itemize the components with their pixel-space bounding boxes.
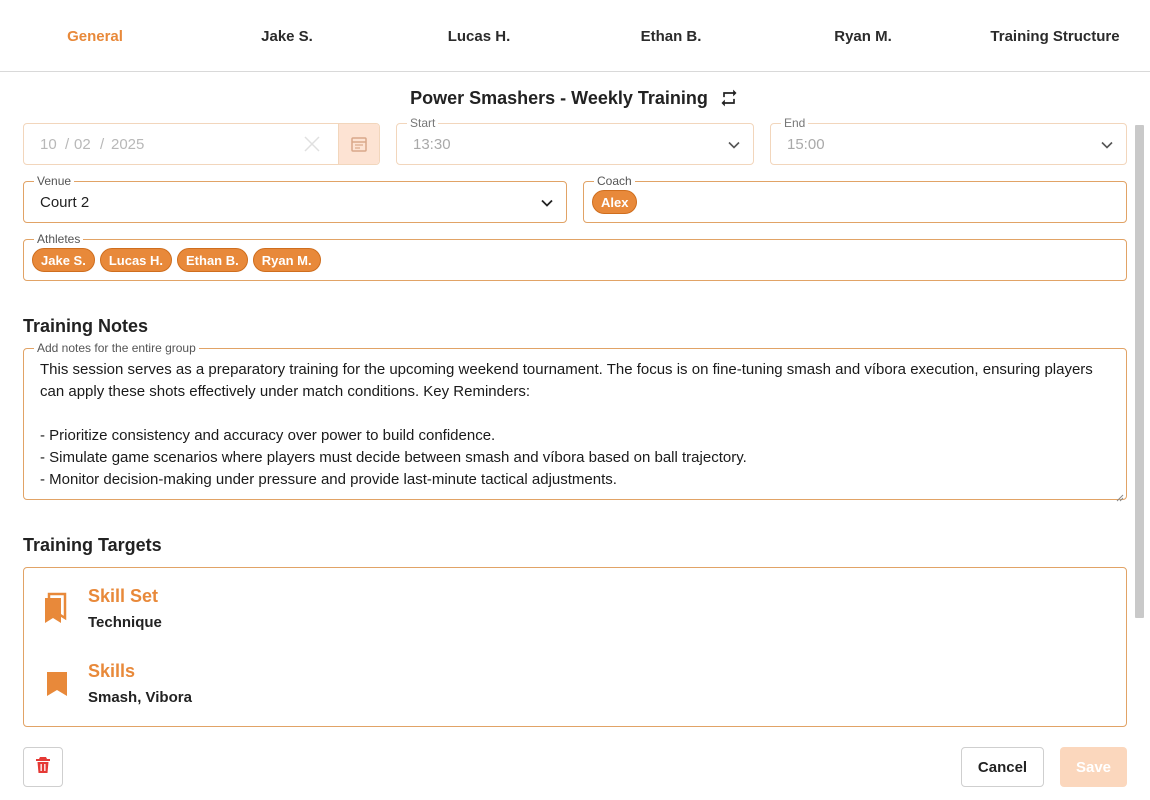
tab-bar: General Jake S. Lucas H. Ethan B. Ryan M…: [0, 0, 1150, 72]
trash-icon: [35, 756, 51, 779]
chevron-down-icon: [727, 138, 741, 152]
end-time-select[interactable]: End 15:00: [770, 115, 1127, 165]
end-label: End: [781, 115, 809, 131]
coach-field[interactable]: Coach Alex: [583, 173, 1127, 223]
start-value: 13:30: [413, 136, 451, 153]
tab-training-structure[interactable]: Training Structure: [960, 0, 1150, 72]
tab-ryan[interactable]: Ryan M.: [768, 0, 958, 72]
notes-value: This session serves as a preparatory tra…: [40, 361, 1093, 488]
resize-handle-icon[interactable]: [1116, 489, 1124, 502]
start-label: Start: [407, 115, 439, 131]
title-row: Power Smashers - Weekly Training: [0, 84, 1150, 112]
notes-label: Add notes for the entire group: [34, 340, 199, 356]
bookmark-icon: [42, 667, 72, 701]
clear-icon[interactable]: [302, 134, 322, 154]
athlete-chip[interactable]: Ethan B.: [177, 248, 248, 272]
repeat-icon[interactable]: [718, 87, 740, 109]
notes-textarea[interactable]: Add notes for the entire group This sess…: [23, 340, 1127, 502]
cancel-button[interactable]: Cancel: [961, 747, 1044, 787]
date-separator: /: [65, 136, 70, 153]
start-time-select[interactable]: Start 13:30: [396, 115, 754, 165]
chevron-down-icon: [540, 196, 554, 210]
target-value: Smash, Vibora: [88, 689, 192, 706]
venue-label: Venue: [34, 173, 75, 189]
athlete-chip[interactable]: Jake S.: [32, 248, 95, 272]
training-notes-heading: Training Notes: [23, 316, 149, 336]
date-field[interactable]: 10 / 02 / 2025: [23, 123, 380, 165]
athletes-field[interactable]: Athletes Jake S. Lucas H. Ethan B. Ryan …: [23, 231, 1127, 281]
tab-general[interactable]: General: [0, 0, 190, 72]
end-value: 15:00: [787, 136, 825, 153]
page-title: Power Smashers - Weekly Training: [410, 87, 708, 108]
tab-jake[interactable]: Jake S.: [192, 0, 382, 72]
coach-chip[interactable]: Alex: [592, 190, 638, 214]
calendar-icon[interactable]: [338, 124, 379, 164]
date-day: 10: [40, 136, 57, 153]
training-targets-panel: Skill Set Technique Skills Smash, Vibora: [23, 567, 1127, 727]
chevron-down-icon: [1100, 138, 1114, 152]
date-separator: /: [100, 136, 105, 153]
save-button[interactable]: Save: [1060, 747, 1127, 787]
venue-select[interactable]: Venue Court 2: [23, 173, 567, 223]
date-month: 02: [74, 136, 91, 153]
delete-button[interactable]: [23, 747, 63, 787]
bookmarks-icon: [42, 592, 72, 626]
tab-ethan[interactable]: Ethan B.: [576, 0, 766, 72]
coach-label: Coach: [594, 173, 635, 189]
training-targets-heading: Training Targets: [23, 535, 162, 555]
athlete-chip[interactable]: Lucas H.: [99, 248, 173, 272]
tab-lucas[interactable]: Lucas H.: [384, 0, 574, 72]
venue-value: Court 2: [40, 194, 90, 211]
target-value: Technique: [88, 614, 162, 631]
scrollbar[interactable]: [1135, 125, 1144, 618]
target-title: Skill Set: [88, 586, 159, 606]
athletes-label: Athletes: [34, 231, 84, 247]
athlete-chip[interactable]: Ryan M.: [252, 248, 321, 272]
target-title: Skills: [88, 661, 136, 681]
date-year: 2025: [111, 136, 145, 153]
